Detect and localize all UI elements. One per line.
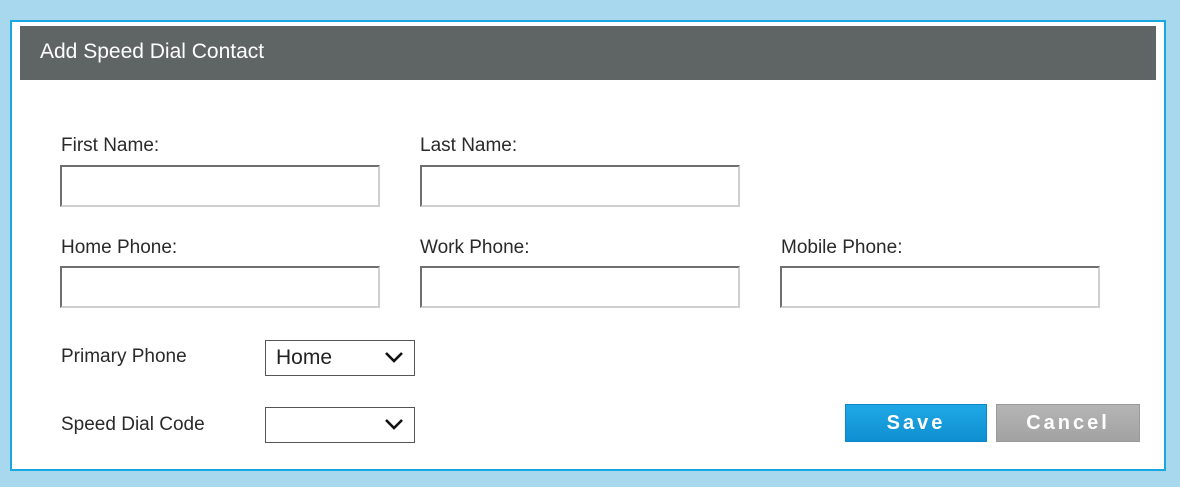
primary-phone-selected-value: Home: [276, 346, 333, 369]
speed-dial-dialog: [10, 20, 1166, 471]
last-name-field[interactable]: [420, 165, 740, 207]
work-phone-field[interactable]: [420, 266, 740, 308]
home-phone-field[interactable]: [60, 266, 380, 308]
dialog-title: Add Speed Dial Contact: [40, 40, 265, 63]
mobile-phone-label: Mobile Phone:: [781, 237, 903, 258]
last-name-label: Last Name:: [420, 135, 518, 156]
dialog-title-bar: Add Speed Dial Contact: [20, 26, 1156, 80]
cancel-button[interactable]: Cancel: [996, 404, 1140, 442]
primary-phone-select[interactable]: Home: [265, 340, 415, 376]
speed-dial-code-label: Speed Dial Code: [61, 414, 205, 435]
chevron-down-icon: [385, 352, 403, 363]
home-phone-label: Home Phone:: [61, 237, 178, 258]
save-button[interactable]: Save: [845, 404, 987, 442]
speed-dial-code-select[interactable]: [265, 407, 415, 443]
first-name-field[interactable]: [60, 165, 380, 207]
work-phone-label: Work Phone:: [420, 237, 530, 258]
first-name-label: First Name:: [61, 135, 160, 156]
chevron-down-icon: [385, 419, 403, 430]
primary-phone-label: Primary Phone: [61, 346, 187, 367]
mobile-phone-field[interactable]: [780, 266, 1100, 308]
